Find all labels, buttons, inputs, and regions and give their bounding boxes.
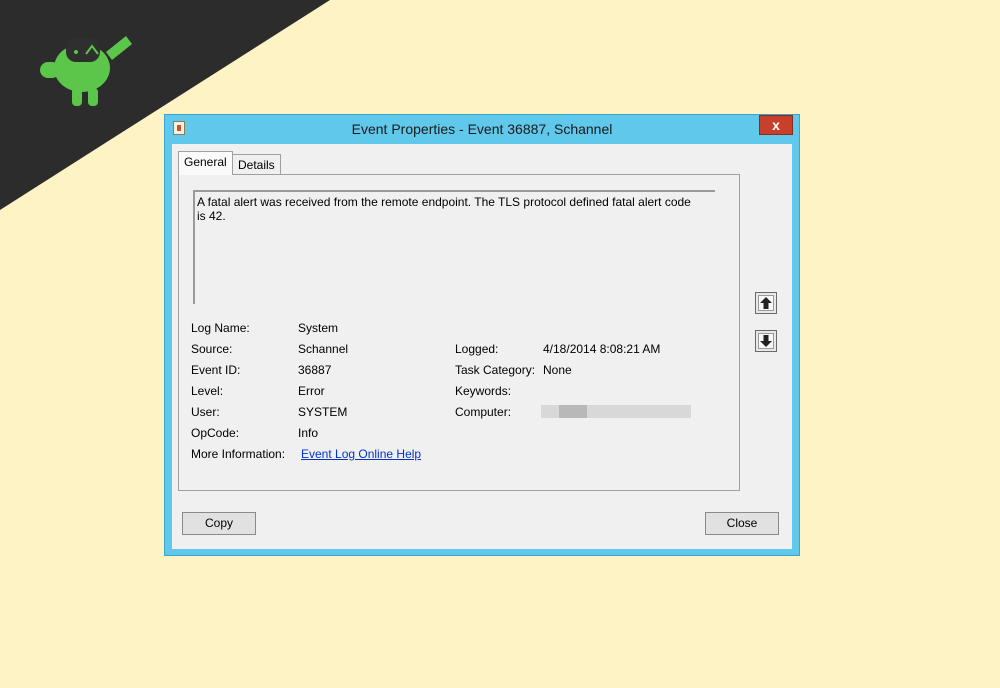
- user-value: SYSTEM: [298, 405, 348, 419]
- tab-general[interactable]: General: [178, 151, 233, 175]
- task-category-value: None: [543, 363, 572, 377]
- event-properties-window: Event Properties - Event 36887, Schannel…: [164, 114, 800, 556]
- arrow-up-icon: [760, 297, 772, 309]
- computer-value-redacted: [541, 405, 691, 418]
- logged-label: Logged:: [455, 342, 499, 356]
- log-name-label: Log Name:: [191, 321, 250, 335]
- opcode-label: OpCode:: [191, 426, 240, 440]
- general-tab-panel: A fatal alert was received from the remo…: [178, 174, 740, 491]
- opcode-value: Info: [298, 426, 319, 440]
- event-id-value: 36887: [298, 363, 332, 377]
- computer-label: Computer:: [455, 405, 512, 419]
- keywords-label: Keywords:: [455, 384, 512, 398]
- level-value: Error: [298, 384, 325, 398]
- level-label: Level:: [191, 384, 224, 398]
- event-log-online-help-link[interactable]: Event Log Online Help: [301, 447, 421, 461]
- dialog-client-area: General Details A fatal alert was receiv…: [172, 144, 792, 549]
- android-robot-logo-icon: [40, 36, 132, 106]
- event-description-box[interactable]: A fatal alert was received from the remo…: [193, 190, 715, 304]
- window-close-button[interactable]: x: [759, 115, 793, 135]
- source-label: Source:: [191, 342, 233, 356]
- task-category-label: Task Category:: [455, 363, 536, 377]
- arrow-down-icon: [760, 335, 772, 347]
- user-label: User:: [191, 405, 220, 419]
- next-event-button[interactable]: [755, 330, 777, 352]
- window-title: Event Properties - Event 36887, Schannel: [351, 121, 613, 137]
- event-id-label: Event ID:: [191, 363, 241, 377]
- logged-value: 4/18/2014 8:08:21 AM: [543, 342, 661, 356]
- previous-event-button[interactable]: [755, 292, 777, 314]
- source-value: Schannel: [298, 342, 349, 356]
- log-name-value: System: [298, 321, 339, 335]
- title-bar[interactable]: Event Properties - Event 36887, Schannel…: [165, 115, 799, 143]
- copy-button[interactable]: Copy: [182, 512, 256, 535]
- tab-details[interactable]: Details: [232, 154, 281, 176]
- more-information-label: More Information:: [191, 447, 286, 461]
- close-button[interactable]: Close: [705, 512, 779, 535]
